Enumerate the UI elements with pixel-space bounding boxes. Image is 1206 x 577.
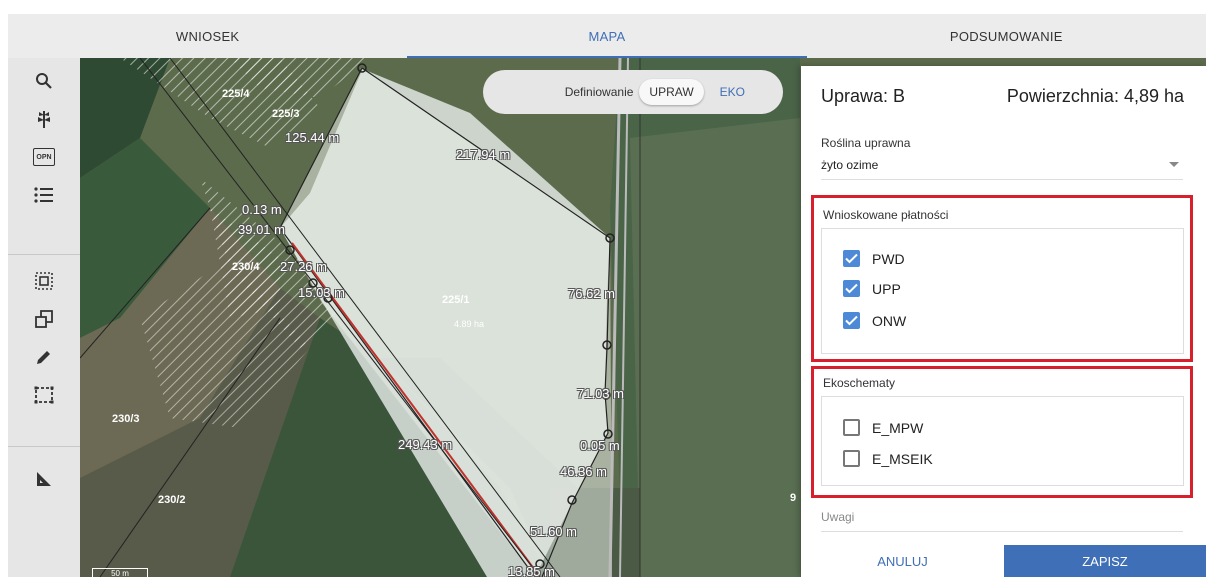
payment-label: PWD (872, 250, 905, 267)
main-tabs: WNIOSEK MAPA PODSUMOWANIE (8, 14, 1206, 58)
map-toolbar: OPN (8, 58, 80, 577)
notes-field[interactable]: Uwagi (821, 510, 1183, 532)
plant-value: żyto ozime (821, 158, 879, 172)
eco-mpw-checkbox[interactable]: E_MPW (843, 419, 923, 436)
ruler-icon[interactable] (24, 462, 64, 496)
eco-label: E_MPW (872, 419, 924, 436)
parcel-label: 230/3 (112, 413, 140, 425)
parcel-label: 225/1 (442, 294, 470, 306)
opn-icon[interactable]: OPN (24, 140, 64, 174)
toolbar-divider (8, 446, 80, 447)
eco-box (821, 396, 1184, 486)
parcel-label: 9 (790, 492, 797, 504)
measurement-label: 125.44 m (285, 130, 340, 145)
parcel-label: 230/2 (158, 494, 186, 506)
tab-wniosek[interactable]: WNIOSEK (8, 14, 407, 58)
tab-podsumowanie[interactable]: PODSUMOWANIE (807, 14, 1206, 58)
checkbox-checked-icon (843, 312, 860, 329)
checkbox-unchecked-icon (843, 450, 860, 467)
pencil-icon[interactable] (24, 340, 64, 374)
mode-eko-button[interactable]: EKO (710, 79, 755, 105)
measurement-label: 13.85 m (508, 564, 555, 577)
tab-mapa[interactable]: MAPA (407, 14, 807, 58)
define-mode-toggle: Definiowanie UPRAW EKO (483, 70, 783, 114)
define-label: Definiowanie (564, 85, 634, 99)
cancel-button[interactable]: ANULUJ (801, 545, 1004, 577)
toolbar-divider (8, 254, 80, 255)
measurement-label: 76.62 m (568, 286, 615, 301)
list-icon[interactable] (24, 178, 64, 212)
measurement-label: 46.36 m (560, 464, 607, 479)
measurement-label: 0.05 m (580, 438, 620, 453)
mode-upraw-button[interactable]: UPRAW (639, 79, 704, 105)
plant-icon[interactable] (24, 102, 64, 136)
checkbox-checked-icon (843, 250, 860, 267)
measurement-label: 71.03 m (577, 386, 624, 401)
scale-bar: 50 m (92, 568, 148, 577)
area-label: 4.89 ha (454, 319, 485, 329)
plant-select[interactable]: żyto ozime (821, 154, 1183, 180)
payment-onw-checkbox[interactable]: ONW (843, 312, 906, 329)
parcel-label: 225/3 (272, 108, 300, 120)
payment-pwd-checkbox[interactable]: PWD (843, 250, 905, 267)
copy-shape-icon[interactable] (24, 302, 64, 336)
checkbox-checked-icon (843, 280, 860, 297)
plant-label: Roślina uprawna (821, 136, 911, 150)
checkbox-unchecked-icon (843, 419, 860, 436)
parcel-label: 230/4 (232, 261, 260, 273)
crop-title: Uprawa: B (821, 86, 906, 106)
opn-badge: OPN (33, 148, 55, 166)
measurement-label: 15.03 m (298, 285, 345, 300)
eco-label: E_MSEIK (872, 450, 933, 467)
measurement-label: 0.13 m (242, 202, 282, 217)
parcel-label: 225/4 (222, 88, 250, 100)
payment-label: ONW (872, 312, 907, 329)
crop-panel: Uprawa: B Powierzchnia: 4,89 ha Roślina … (801, 66, 1206, 577)
measurement-label: 249.43 m (398, 437, 453, 452)
payments-title: Wnioskowane płatności (823, 208, 949, 222)
measurement-label: 51.60 m (530, 524, 577, 539)
payment-label: UPP (872, 280, 901, 297)
measurement-label: 39.01 m (238, 222, 285, 237)
search-icon[interactable] (24, 64, 64, 98)
eco-title: Ekoschematy (823, 376, 896, 390)
measurement-label: 27.26 m (280, 259, 327, 274)
save-button[interactable]: ZAPISZ (1004, 545, 1206, 577)
eco-mseik-checkbox[interactable]: E_MSEIK (843, 450, 933, 467)
chevron-down-icon (1169, 162, 1179, 167)
select-area-icon[interactable] (24, 264, 64, 298)
dashed-rectangle-icon[interactable] (24, 378, 64, 412)
crop-area: Powierzchnia: 4,89 ha (1006, 86, 1184, 106)
measurement-label: 217.94 m (456, 147, 511, 162)
payment-upp-checkbox[interactable]: UPP (843, 280, 901, 297)
